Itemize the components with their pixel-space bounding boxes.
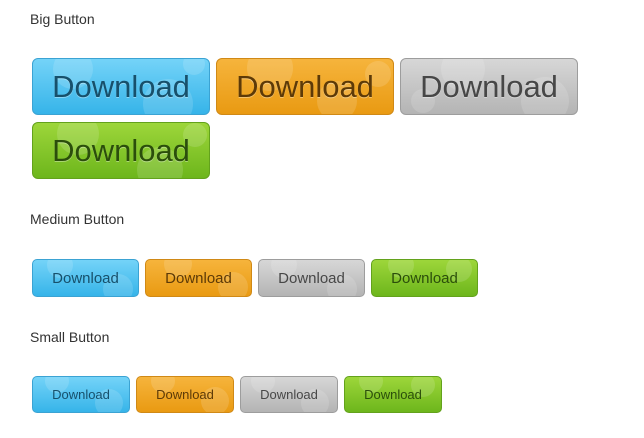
big-download-button-blue[interactable]: Download bbox=[32, 58, 210, 115]
small-download-button-gray[interactable]: Download bbox=[240, 376, 338, 413]
medium-download-button-green[interactable]: Download bbox=[371, 259, 478, 297]
button-label: Download bbox=[52, 269, 119, 287]
medium-button-heading: Medium Button bbox=[30, 211, 125, 227]
button-label: Download bbox=[165, 269, 232, 287]
button-label: Download bbox=[52, 132, 190, 168]
button-label: Download bbox=[52, 387, 110, 402]
medium-download-button-blue[interactable]: Download bbox=[32, 259, 139, 297]
button-label: Download bbox=[236, 68, 374, 104]
button-label: Download bbox=[364, 387, 422, 402]
small-download-button-green[interactable]: Download bbox=[344, 376, 442, 413]
button-label: Download bbox=[420, 68, 558, 104]
button-label: Download bbox=[260, 387, 318, 402]
button-label: Download bbox=[278, 269, 345, 287]
small-button-heading: Small Button bbox=[30, 329, 110, 345]
big-download-button-gray[interactable]: Download bbox=[400, 58, 578, 115]
small-download-button-orange[interactable]: Download bbox=[136, 376, 234, 413]
big-button-heading: Big Button bbox=[30, 11, 95, 27]
big-download-button-green[interactable]: Download bbox=[32, 122, 210, 179]
small-download-button-blue[interactable]: Download bbox=[32, 376, 130, 413]
medium-download-button-gray[interactable]: Download bbox=[258, 259, 365, 297]
medium-download-button-orange[interactable]: Download bbox=[145, 259, 252, 297]
button-label: Download bbox=[156, 387, 214, 402]
button-label: Download bbox=[391, 269, 458, 287]
button-label: Download bbox=[52, 68, 190, 104]
big-download-button-orange[interactable]: Download bbox=[216, 58, 394, 115]
